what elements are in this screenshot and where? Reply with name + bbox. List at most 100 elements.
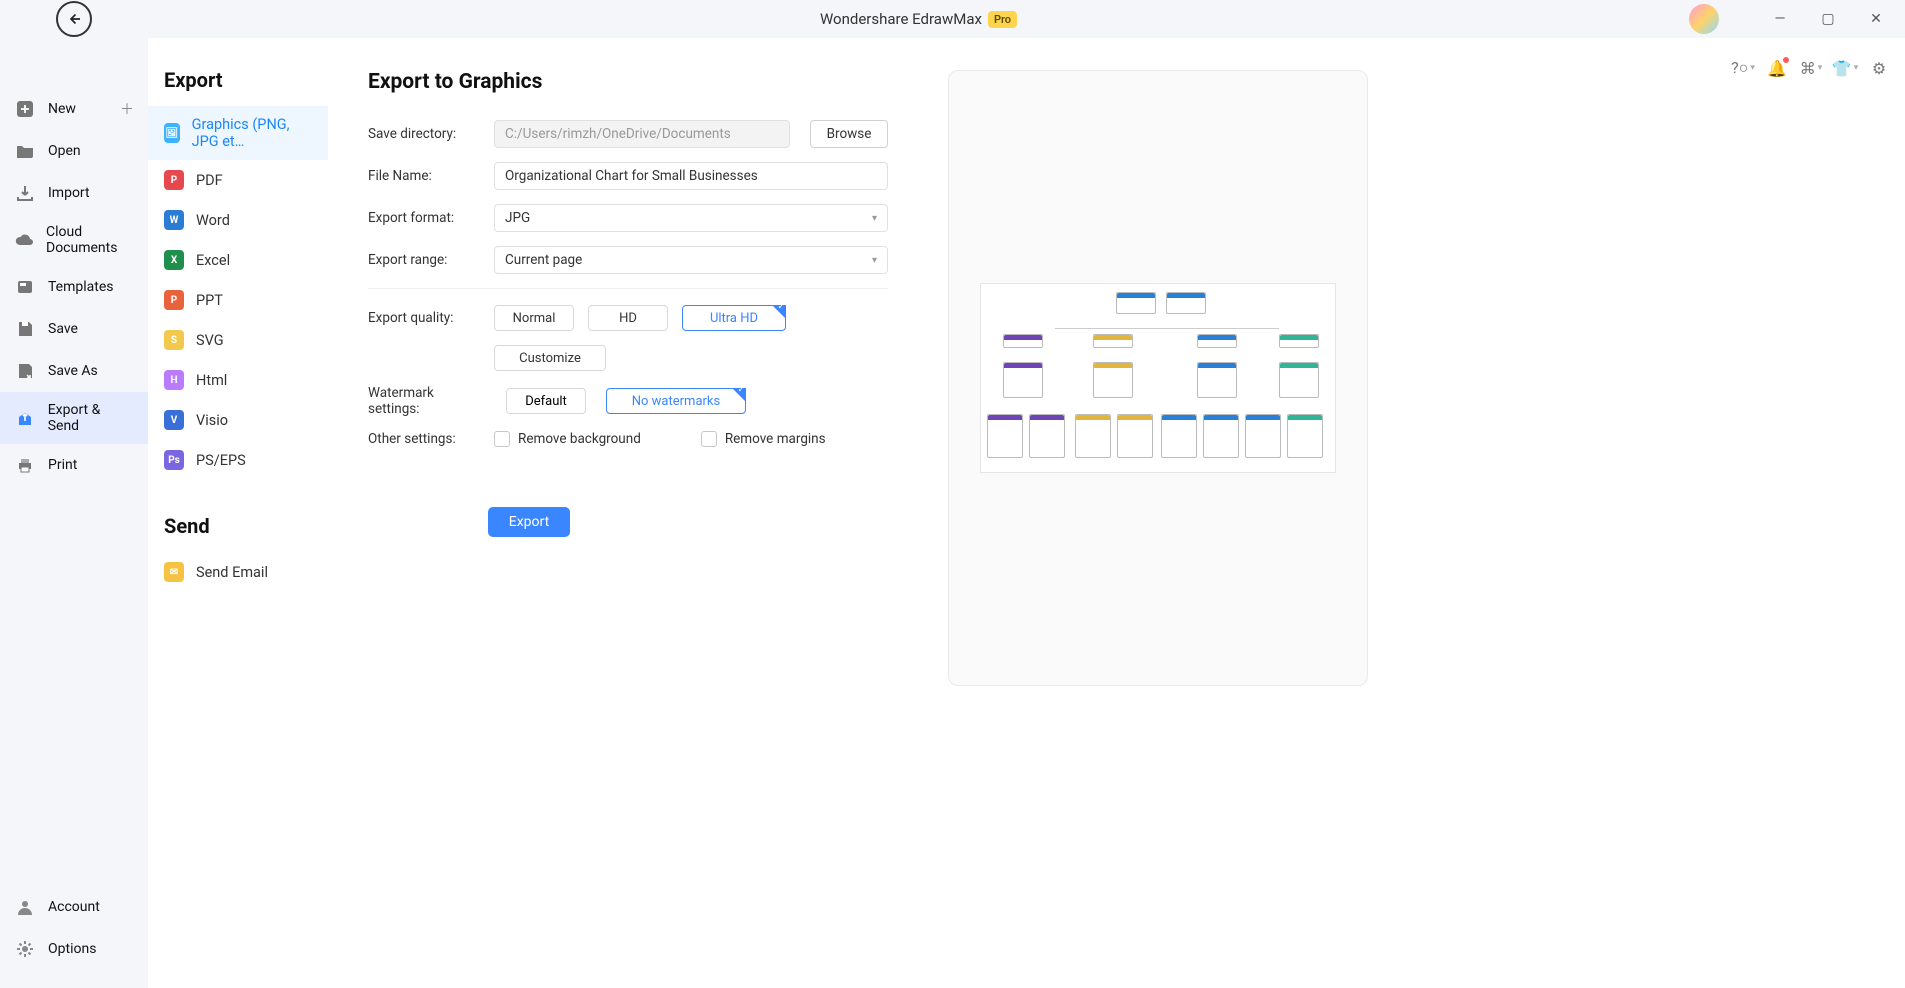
check-icon xyxy=(772,305,786,319)
visio-icon: V xyxy=(164,410,184,430)
maximize-button[interactable]: ▢ xyxy=(1811,6,1845,32)
customize-button[interactable]: Customize xyxy=(494,345,606,371)
gear-icon xyxy=(14,938,36,960)
export-type-word[interactable]: W Word xyxy=(148,200,328,240)
page-title: Export to Graphics xyxy=(368,70,888,94)
sidebar-item-import[interactable]: Import xyxy=(0,172,148,214)
new-icon xyxy=(14,98,36,120)
sidebar-item-label: Export & Send xyxy=(48,402,134,434)
theme-icon[interactable]: 👕▾ xyxy=(1833,56,1857,80)
remove-bg-checkbox[interactable]: Remove background xyxy=(494,431,641,447)
ppt-icon: P xyxy=(164,290,184,310)
pdf-icon: P xyxy=(164,170,184,190)
close-button[interactable]: ✕ xyxy=(1859,6,1893,32)
folder-icon xyxy=(14,140,36,162)
label-quality: Export quality: xyxy=(368,310,474,326)
cloud-icon xyxy=(14,229,34,251)
save-directory-input[interactable] xyxy=(494,120,790,148)
ps-icon: Ps xyxy=(164,450,184,470)
browse-button[interactable]: Browse xyxy=(810,120,888,148)
sidebar-item-new[interactable]: New ＋ xyxy=(0,88,148,130)
quality-hd-button[interactable]: HD xyxy=(588,305,668,331)
send-email[interactable]: ✉ Send Email xyxy=(148,552,328,592)
save-icon xyxy=(14,318,36,340)
back-button[interactable] xyxy=(56,1,92,37)
quality-normal-button[interactable]: Normal xyxy=(494,305,574,331)
select-value: Current page xyxy=(505,252,582,268)
sidebar-item-label: Save xyxy=(48,321,78,337)
sidebar-item-label: Open xyxy=(48,143,81,159)
export-type-label: SVG xyxy=(196,332,224,349)
sidebar-item-options[interactable]: Options xyxy=(0,928,148,970)
send-heading: Send xyxy=(148,514,328,552)
checkbox-label: Remove background xyxy=(518,431,641,447)
quality-ultra-button[interactable]: Ultra HD xyxy=(682,305,786,331)
export-type-label: Word xyxy=(196,212,230,229)
print-icon xyxy=(14,454,36,476)
export-type-html[interactable]: H Html xyxy=(148,360,328,400)
sidebar-item-label: Print xyxy=(48,457,77,473)
word-icon: W xyxy=(164,210,184,230)
export-button[interactable]: Export xyxy=(488,507,570,537)
watermark-default-button[interactable]: Default xyxy=(506,388,586,414)
export-type-label: PS/EPS xyxy=(196,452,246,469)
send-label: Send Email xyxy=(196,564,268,581)
watermark-none-button[interactable]: No watermarks xyxy=(606,388,746,414)
apps-icon[interactable]: ⌘▾ xyxy=(1799,56,1823,80)
export-type-label: Visio xyxy=(196,412,228,429)
preview-image xyxy=(980,283,1336,473)
notification-icon[interactable]: 🔔 xyxy=(1765,56,1789,80)
sidebar-item-print[interactable]: Print xyxy=(0,444,148,486)
import-icon xyxy=(14,182,36,204)
excel-icon: X xyxy=(164,250,184,270)
settings-icon[interactable]: ⚙ xyxy=(1867,56,1891,80)
export-type-graphics[interactable]: 🖼 Graphics (PNG, JPG et… xyxy=(148,106,328,160)
export-type-excel[interactable]: X Excel xyxy=(148,240,328,280)
quality-label: Ultra HD xyxy=(710,311,758,326)
checkbox-label: Remove margins xyxy=(725,431,826,447)
help-icon[interactable]: ?○▾ xyxy=(1731,56,1755,80)
sidebar-item-save[interactable]: Save xyxy=(0,308,148,350)
export-type-svg[interactable]: S SVG xyxy=(148,320,328,360)
label-watermark: Watermark settings: xyxy=(368,385,486,417)
plus-icon: ＋ xyxy=(120,99,134,119)
account-avatar[interactable] xyxy=(1689,4,1719,34)
select-value: JPG xyxy=(505,210,530,226)
sidebar-item-label: Import xyxy=(48,185,90,201)
file-name-input[interactable] xyxy=(494,162,888,190)
sidebar-item-open[interactable]: Open xyxy=(0,130,148,172)
export-format-select[interactable]: JPG ▾ xyxy=(494,204,888,232)
sidebar-item-templates[interactable]: Templates xyxy=(0,266,148,308)
label-format: Export format: xyxy=(368,210,474,226)
label-other: Other settings: xyxy=(368,431,474,447)
sidebar-item-export[interactable]: Export & Send xyxy=(0,392,148,444)
chevron-down-icon: ▾ xyxy=(872,213,877,224)
sidebar-item-saveas[interactable]: Save As xyxy=(0,350,148,392)
sidebar-item-account[interactable]: Account xyxy=(0,886,148,928)
export-type-pdf[interactable]: P PDF xyxy=(148,160,328,200)
sidebar-item-label: New xyxy=(48,101,76,117)
sidebar-item-label: Templates xyxy=(48,279,114,295)
app-title: Wondershare EdrawMax xyxy=(820,10,982,28)
export-type-pseps[interactable]: Ps PS/EPS xyxy=(148,440,328,480)
templates-icon xyxy=(14,276,36,298)
export-type-label: Graphics (PNG, JPG et… xyxy=(192,116,312,150)
minimize-button[interactable]: — xyxy=(1763,6,1797,32)
watermark-label: No watermarks xyxy=(632,394,720,409)
export-range-select[interactable]: Current page ▾ xyxy=(494,246,888,274)
sidebar-item-cloud[interactable]: Cloud Documents xyxy=(0,214,148,266)
label-save-dir: Save directory: xyxy=(368,126,474,142)
export-type-label: PDF xyxy=(196,172,223,189)
sidebar-item-label: Cloud Documents xyxy=(46,224,134,256)
html-icon: H xyxy=(164,370,184,390)
export-type-ppt[interactable]: P PPT xyxy=(148,280,328,320)
sidebar-item-label: Account xyxy=(48,899,100,915)
pro-badge: Pro xyxy=(988,11,1017,28)
label-range: Export range: xyxy=(368,252,474,268)
export-type-visio[interactable]: V Visio xyxy=(148,400,328,440)
sidebar-item-label: Options xyxy=(48,941,96,957)
email-icon: ✉ xyxy=(164,562,184,582)
export-type-label: Excel xyxy=(196,252,230,269)
label-file-name: File Name: xyxy=(368,168,474,184)
remove-margins-checkbox[interactable]: Remove margins xyxy=(701,431,826,447)
